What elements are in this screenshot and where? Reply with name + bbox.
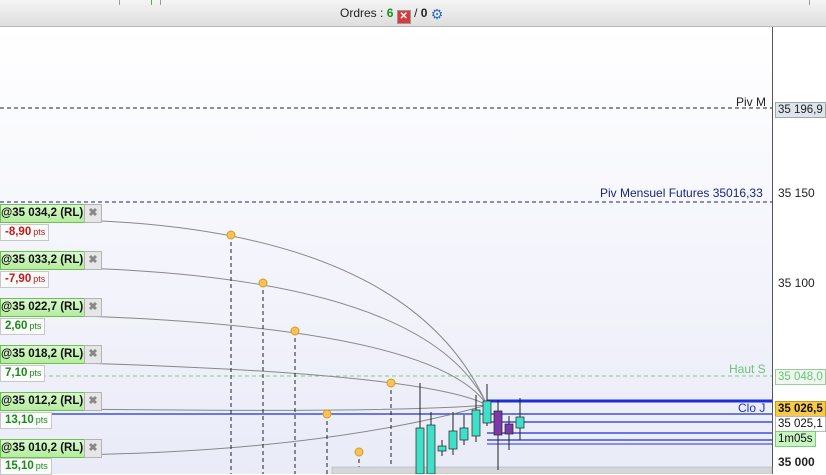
candle xyxy=(448,430,458,450)
order-price: @35 022,7 xyxy=(1,301,57,313)
order-dot xyxy=(258,278,268,288)
candle xyxy=(437,445,447,452)
order-type: (RL) xyxy=(60,254,84,266)
piv-mensuel-label: Piv Mensuel Futures 35016,33 xyxy=(600,186,763,200)
pts-badge: 15,10 pts xyxy=(0,458,52,475)
order-tag[interactable]: @35 012,2 (RL) xyxy=(0,392,89,411)
clo-j-label: Clo J xyxy=(738,401,766,415)
clo-j-price-tag: 35 026,5 xyxy=(775,401,826,417)
pts-badge: 13,10 pts xyxy=(0,412,52,429)
volume-panel xyxy=(331,466,773,474)
close-icon[interactable]: ✖ xyxy=(84,392,102,411)
pts-badge: -7,90 pts xyxy=(0,271,50,288)
order-dot xyxy=(386,378,396,388)
close-icon[interactable]: ✖ xyxy=(84,204,102,223)
pts-value: 7,10 xyxy=(5,367,28,379)
pts-unit: pts xyxy=(35,461,48,471)
order-type: (RL) xyxy=(60,207,84,219)
axis-label: 35 000 xyxy=(778,455,815,469)
pts-unit: pts xyxy=(33,227,46,237)
pts-badge: -8,90 pts xyxy=(0,224,50,241)
order-tag[interactable]: @35 022,7 (RL) xyxy=(0,298,89,317)
order-tag[interactable]: @35 018,2 (RL) xyxy=(0,345,89,364)
order-tag[interactable]: @35 010,2 (RL) xyxy=(0,439,89,458)
order-type: (RL) xyxy=(60,395,84,407)
candle xyxy=(515,416,525,429)
pts-value: -8,90 xyxy=(5,226,32,238)
pts-unit: pts xyxy=(33,274,46,284)
pts-unit: pts xyxy=(29,321,42,331)
candle xyxy=(415,427,425,474)
axis-label: 35 150 xyxy=(778,186,815,200)
close-icon[interactable]: ✖ xyxy=(84,345,102,364)
pts-value: -7,90 xyxy=(5,273,32,285)
order-tag[interactable]: @35 033,2 (RL) xyxy=(0,251,89,270)
candles xyxy=(415,383,525,474)
close-icon[interactable]: ✖ xyxy=(84,251,102,270)
candle xyxy=(471,409,481,437)
order-dot xyxy=(226,230,236,240)
candle xyxy=(493,410,503,436)
chart-canvas: 35 150 35 100 35 000 xyxy=(0,107,815,474)
last-price-tag: 35 025,1 xyxy=(775,416,826,432)
order-tag[interactable]: @35 034,2 (RL) xyxy=(0,204,89,223)
order-type: (RL) xyxy=(60,442,84,454)
pts-badge: 2,60 pts xyxy=(0,318,46,335)
candle xyxy=(504,423,514,435)
order-price: @35 010,2 xyxy=(1,442,57,454)
close-icon[interactable]: ✖ xyxy=(84,298,102,317)
pts-value: 15,10 xyxy=(5,460,34,472)
haut-s-label: Haut S xyxy=(729,362,766,376)
pts-badge: 7,10 pts xyxy=(0,365,46,382)
close-icon[interactable]: ✖ xyxy=(84,439,102,458)
pts-value: 13,10 xyxy=(5,414,34,426)
piv-m-price-tag: 35 196,9 xyxy=(775,102,826,118)
piv-m-label: Piv M xyxy=(736,95,766,109)
order-type: (RL) xyxy=(60,301,84,313)
timer-tag: 1m05s xyxy=(775,431,816,447)
axis-label: 35 100 xyxy=(778,276,815,290)
order-arc xyxy=(0,266,488,406)
pts-unit: pts xyxy=(29,368,42,378)
order-type: (RL) xyxy=(60,348,84,360)
order-price: @35 034,2 xyxy=(1,207,57,219)
pts-value: 2,60 xyxy=(5,320,28,332)
order-price: @35 012,2 xyxy=(1,395,57,407)
order-dot xyxy=(322,409,332,419)
order-dot xyxy=(354,447,364,457)
order-dot xyxy=(290,326,300,336)
candle xyxy=(459,427,469,441)
candle xyxy=(426,424,436,474)
candle xyxy=(482,400,492,424)
order-price: @35 033,2 xyxy=(1,254,57,266)
order-price: @35 018,2 xyxy=(1,348,57,360)
pts-unit: pts xyxy=(35,415,48,425)
haut-s-price-tag: 35 048,0 xyxy=(775,369,826,385)
